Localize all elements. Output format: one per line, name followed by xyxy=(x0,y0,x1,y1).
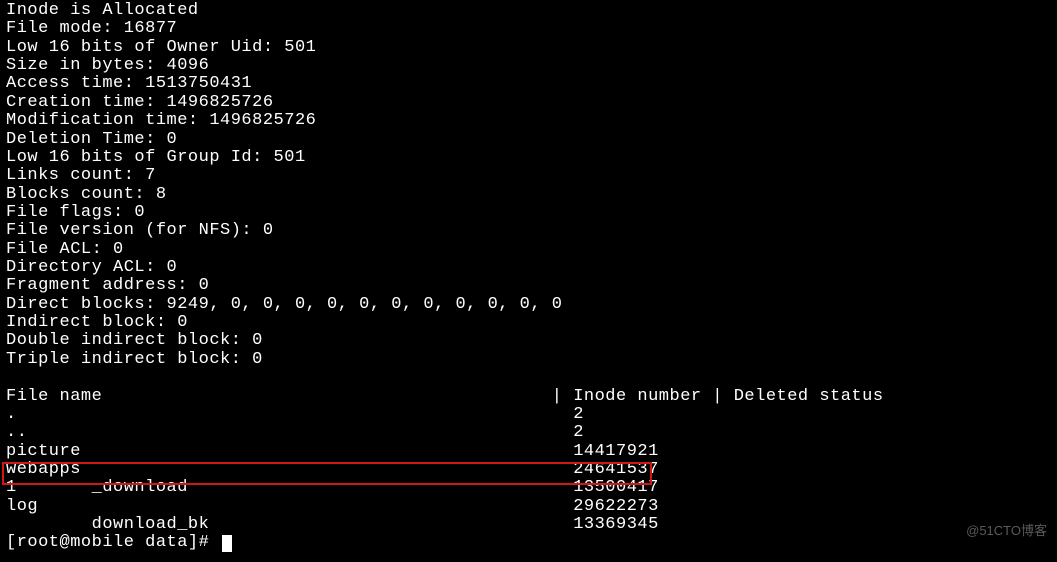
table-row: . 2 xyxy=(0,406,1057,424)
table-row: webapps 24641537 xyxy=(0,461,1057,479)
shell-prompt[interactable]: [root@mobile data]# xyxy=(0,534,1057,552)
file-version: File version (for NFS): 0 xyxy=(0,222,1057,240)
table-row: log 29622273 xyxy=(0,498,1057,516)
table-row: download_bk 13369345 xyxy=(0,516,1057,534)
table-row: .. 2 xyxy=(0,424,1057,442)
file-flags: File flags: 0 xyxy=(0,204,1057,222)
indirect-block: Indirect block: 0 xyxy=(0,314,1057,332)
blocks-count: Blocks count: 8 xyxy=(0,186,1057,204)
access-time: Access time: 1513750431 xyxy=(0,75,1057,93)
blank-line xyxy=(0,369,1057,387)
table-header: File name | Inode number | Deleted statu… xyxy=(0,388,1057,406)
group-id: Low 16 bits of Group Id: 501 xyxy=(0,149,1057,167)
triple-indirect: Triple indirect block: 0 xyxy=(0,351,1057,369)
cursor-icon xyxy=(222,535,232,552)
modification-time: Modification time: 1496825726 xyxy=(0,112,1057,130)
inode-alloc: Inode is Allocated xyxy=(0,2,1057,20)
size-bytes: Size in bytes: 4096 xyxy=(0,57,1057,75)
deletion-time: Deletion Time: 0 xyxy=(0,131,1057,149)
table-row: picture 14417921 xyxy=(0,443,1057,461)
directory-acl: Directory ACL: 0 xyxy=(0,259,1057,277)
file-acl: File ACL: 0 xyxy=(0,241,1057,259)
watermark-text: @51CTO博客 xyxy=(966,524,1047,538)
double-indirect: Double indirect block: 0 xyxy=(0,332,1057,350)
file-mode: File mode: 16877 xyxy=(0,20,1057,38)
fragment-addr: Fragment address: 0 xyxy=(0,277,1057,295)
creation-time: Creation time: 1496825726 xyxy=(0,94,1057,112)
table-row: 1 _download 13500417 xyxy=(0,479,1057,497)
prompt-text: [root@mobile data]# xyxy=(6,533,220,552)
owner-uid: Low 16 bits of Owner Uid: 501 xyxy=(0,39,1057,57)
direct-blocks: Direct blocks: 9249, 0, 0, 0, 0, 0, 0, 0… xyxy=(0,296,1057,314)
links-count: Links count: 7 xyxy=(0,167,1057,185)
